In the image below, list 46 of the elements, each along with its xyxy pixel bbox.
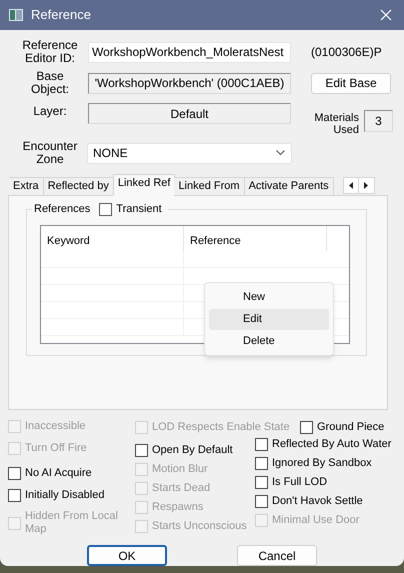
window-title: Reference [31, 6, 91, 24]
field-label: Layer: [32, 105, 68, 118]
materials-label: Materials Used [313, 112, 359, 136]
group-label: References [34, 202, 90, 217]
tab[interactable]: Linked From [174, 177, 245, 196]
column-header[interactable]: Keyword [41, 226, 184, 251]
checkbox-label[interactable]: Initially Disabled [25, 489, 104, 502]
triangle-left-icon [348, 182, 353, 189]
layer-field: Default [88, 103, 291, 124]
checkbox[interactable] [99, 202, 112, 216]
checkbox-label[interactable]: Reflected By Auto Water [272, 438, 392, 451]
form-id-text: (0100306E)P [311, 44, 382, 61]
checkbox[interactable] [8, 467, 21, 480]
checkbox[interactable] [255, 457, 268, 470]
tab[interactable]: Linked Ref [112, 174, 176, 196]
chevron-down-icon [276, 150, 285, 156]
app-icon [9, 9, 23, 21]
tab[interactable]: Extra [9, 177, 44, 196]
checkbox[interactable] [135, 444, 148, 457]
checkbox[interactable] [255, 476, 268, 489]
dialog-button[interactable]: Cancel [237, 545, 317, 566]
checkbox-label[interactable]: Don't Havok Settle [272, 495, 363, 508]
materials-count-field: 3 [364, 110, 393, 132]
encounter-zone-dropdown[interactable]: NONE [87, 142, 292, 164]
checkbox[interactable] [255, 495, 268, 508]
base-object-field: 'WorkshopWorkbench' (000C1AEB) [88, 72, 291, 94]
dialog-button[interactable]: OK [87, 545, 167, 566]
column-header[interactable]: Reference [184, 226, 327, 251]
menu-item[interactable]: Edit [209, 309, 329, 330]
menu-item[interactable]: New [209, 287, 329, 308]
checkbox[interactable] [300, 421, 313, 434]
checkbox-label[interactable]: No AI Acquire [25, 467, 92, 480]
close-icon [380, 9, 392, 21]
checkbox-label[interactable]: Open By Default [152, 444, 233, 457]
checkbox[interactable] [255, 438, 268, 451]
editor-id-field[interactable]: WorkshopWorkbench_MoleratsNest [88, 42, 291, 62]
tab[interactable]: Activate Parents [244, 177, 334, 196]
checkbox-label[interactable]: Ignored By Sandbox [272, 457, 372, 470]
field-label: Reference Editor ID: [21, 39, 79, 65]
checkbox[interactable] [8, 489, 21, 502]
checkbox-label[interactable]: Ground Piece [317, 421, 384, 434]
field-label: Base Object: [30, 70, 70, 96]
checkbox-label[interactable]: Is Full LOD [272, 476, 328, 489]
checkbox-label[interactable]: Transient [116, 201, 166, 218]
field-label: Encounter Zone [22, 140, 78, 166]
triangle-right-icon [364, 182, 368, 189]
